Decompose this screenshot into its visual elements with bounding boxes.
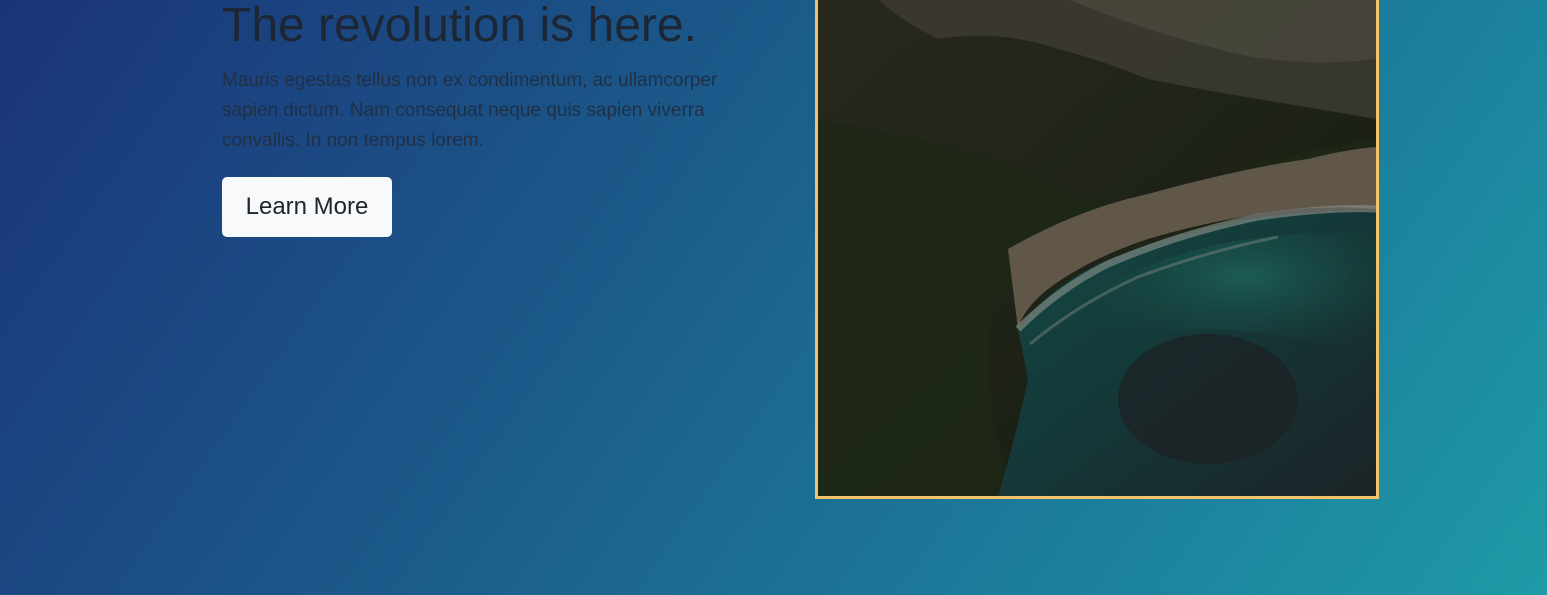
hero-image-frame (815, 0, 1379, 499)
hero-heading: The revolution is here. (222, 0, 697, 52)
coastline-aerial-image (818, 0, 1376, 496)
learn-more-button[interactable]: Learn More (222, 177, 392, 237)
hero-description: Mauris egestas tellus non ex condimentum… (222, 70, 718, 151)
